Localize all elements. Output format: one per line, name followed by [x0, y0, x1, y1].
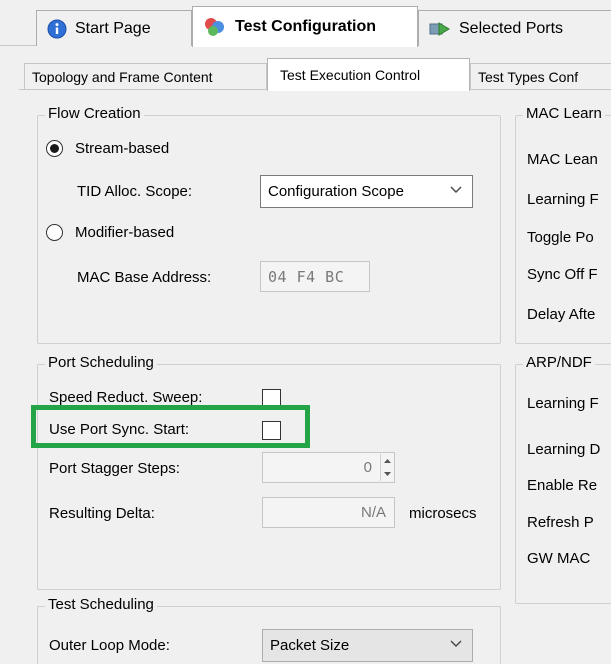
stagger-spinner[interactable]: [380, 454, 393, 481]
tab-test-configuration[interactable]: Test Configuration: [192, 6, 418, 47]
spin-up-icon[interactable]: [381, 454, 393, 468]
arp-ndp-row-1: Learning F: [527, 395, 599, 412]
tab-topology-frame-content[interactable]: Topology and Frame Content: [24, 63, 267, 90]
test-scheduling-group: Test Scheduling Outer Loop Mode: Packet …: [37, 596, 501, 664]
tab-test-types-conf[interactable]: Test Types Conf: [470, 63, 611, 90]
mac-learning-row-5: Delay Afte: [527, 306, 596, 323]
mac-learning-row-3: Toggle Po: [527, 229, 594, 246]
highlight-box: [31, 405, 310, 448]
test-config-icon: [203, 16, 227, 38]
outer-loop-mode-label: Outer Loop Mode:: [49, 637, 170, 654]
port-scheduling-title: Port Scheduling: [45, 354, 157, 371]
tab-start-page-label: Start Page: [75, 19, 151, 37]
mac-learning-row-4: Sync Off F: [527, 266, 598, 283]
mac-base-address-input[interactable]: 04 F4 BC: [260, 261, 370, 292]
tab-test-execution-control[interactable]: Test Execution Control: [267, 58, 470, 91]
arp-ndp-title: ARP/NDF: [523, 354, 595, 371]
arp-ndp-row-2: Learning D: [527, 441, 601, 458]
modifier-based-label: Modifier-based: [75, 224, 175, 241]
port-stagger-steps-value: 0: [363, 459, 372, 476]
chevron-down-icon: [449, 183, 463, 201]
application-window: Start Page Test Configuration Selected P…: [0, 0, 611, 664]
radio-selected-dot: [50, 144, 59, 153]
modifier-based-radio[interactable]: [46, 224, 63, 241]
mac-learning-row-2: Learning F: [527, 191, 599, 208]
mac-base-address-label: MAC Base Address:: [77, 269, 212, 286]
outer-loop-mode-value: Packet Size: [270, 637, 350, 654]
stream-based-label: Stream-based: [75, 140, 170, 157]
outer-loop-mode-select[interactable]: Packet Size: [262, 629, 473, 662]
port-scheduling-group: Port Scheduling Speed Reduct. Sweep: Use…: [37, 354, 501, 590]
arp-ndp-row-5: GW MAC: [527, 550, 591, 567]
tid-alloc-scope-label: TID Alloc. Scope:: [77, 183, 193, 200]
mac-learning-group: MAC Learn MAC Lean Learning F Toggle Po …: [515, 105, 611, 344]
tab-test-execution-control-label: Test Execution Control: [280, 67, 421, 83]
chevron-down-icon: [449, 637, 463, 655]
arp-ndp-group: ARP/NDF Learning F Learning D Enable Re …: [515, 354, 611, 604]
document-tab-bar: Start Page Test Configuration Selected P…: [0, 0, 611, 47]
sub-tab-bar: Topology and Frame Content Test Executio…: [0, 46, 611, 91]
arp-ndp-row-3: Enable Re: [527, 477, 598, 494]
info-icon: [47, 19, 67, 39]
mac-base-address-value: 04 F4 BC: [268, 267, 345, 286]
resulting-delta-label: Resulting Delta:: [49, 505, 155, 522]
tid-alloc-scope-select[interactable]: Configuration Scope: [260, 175, 473, 208]
spin-down-icon[interactable]: [381, 468, 393, 482]
tab-start-page[interactable]: Start Page: [36, 10, 192, 46]
port-stagger-steps-label: Port Stagger Steps:: [49, 460, 180, 477]
flow-creation-group: Flow Creation Stream-based TID Alloc. Sc…: [37, 105, 501, 344]
mac-learning-row-1: MAC Lean: [527, 151, 598, 168]
test-scheduling-title: Test Scheduling: [45, 596, 157, 613]
resulting-delta-output: N/A: [262, 497, 395, 528]
arp-ndp-row-4: Refresh P: [527, 514, 594, 531]
speed-reduct-sweep-label: Speed Reduct. Sweep:: [49, 389, 203, 406]
tab-selected-ports-label: Selected Ports: [459, 19, 564, 37]
mac-learning-title: MAC Learn: [523, 105, 605, 122]
tab-test-types-conf-label: Test Types Conf: [478, 69, 579, 85]
tab-selected-ports[interactable]: Selected Ports: [418, 10, 611, 46]
resulting-delta-value: N/A: [360, 504, 386, 521]
resulting-delta-unit: microsecs: [409, 505, 477, 522]
tab-test-configuration-label: Test Configuration: [235, 18, 377, 35]
flow-creation-title: Flow Creation: [45, 105, 144, 122]
tid-alloc-scope-value: Configuration Scope: [268, 183, 404, 200]
port-stagger-steps-input[interactable]: 0: [262, 452, 395, 483]
tab-topology-frame-content-label: Topology and Frame Content: [32, 69, 213, 85]
selected-ports-icon: [429, 19, 451, 39]
stream-based-radio[interactable]: [46, 140, 63, 157]
